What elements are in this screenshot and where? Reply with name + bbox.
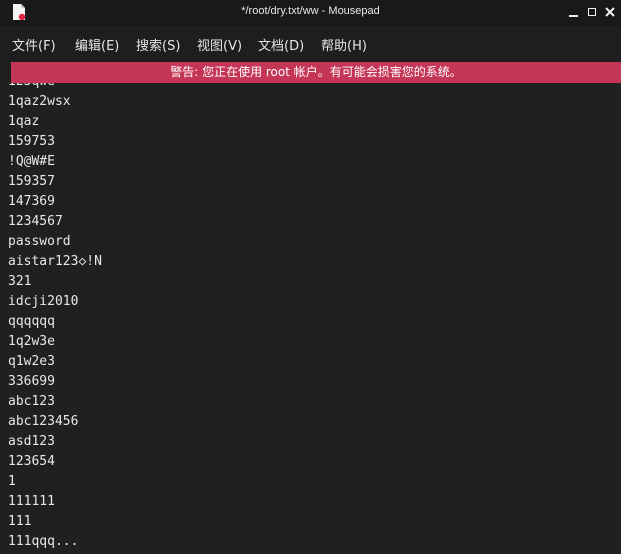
minimize-icon	[569, 15, 578, 17]
editor-line[interactable]: 321	[8, 272, 102, 292]
maximize-button[interactable]	[583, 2, 601, 22]
editor-line[interactable]: 1q2w3e	[8, 332, 102, 352]
editor-line[interactable]: 1qaz2wsx	[8, 92, 102, 112]
editor-line[interactable]: 147369	[8, 192, 102, 212]
editor-line[interactable]: 123qwe	[8, 83, 102, 92]
minimize-button[interactable]	[565, 2, 583, 22]
menu-search[interactable]: 搜索(S)	[136, 35, 180, 54]
editor-line[interactable]: 159357	[8, 172, 102, 192]
editor-line[interactable]: aistar123◇!N	[8, 252, 102, 272]
close-button[interactable]	[601, 2, 619, 22]
text-editor-area[interactable]: 123qwe 1qaz2wsx 1qaz 159753 !Q@W#E 15935…	[0, 83, 621, 554]
editor-line[interactable]: asd123	[8, 432, 102, 452]
editor-line[interactable]: !Q@W#E	[8, 152, 102, 172]
menu-view[interactable]: 视图(V)	[197, 35, 242, 54]
menu-edit[interactable]: 编辑(E)	[75, 35, 119, 54]
window-title: */root/dry.txt/ww - Mousepad	[241, 5, 380, 17]
editor-line[interactable]: 123654	[8, 452, 102, 472]
editor-line[interactable]: 111qqq...	[8, 532, 102, 552]
editor-line[interactable]: idcji2010	[8, 292, 102, 312]
close-icon	[605, 7, 615, 17]
root-warning-banner: 警告: 您正在使用 root 帐户。有可能会损害您的系统。	[11, 62, 621, 83]
editor-line[interactable]: 1qaz	[8, 112, 102, 132]
editor-line[interactable]: password	[8, 232, 102, 252]
editor-line[interactable]: 1234567	[8, 212, 102, 232]
editor-line[interactable]: qqqqqq	[8, 312, 102, 332]
editor-line[interactable]: abc123	[8, 392, 102, 412]
editor-line[interactable]: 111111	[8, 492, 102, 512]
mousepad-window: */root/dry.txt/ww - Mousepad 文件(F) 编辑(E)…	[0, 0, 621, 554]
maximize-icon	[588, 8, 596, 16]
editor-line[interactable]: 111	[8, 512, 102, 532]
menu-bar: 文件(F) 编辑(E) 搜索(S) 视图(V) 文档(D) 帮助(H)	[0, 26, 621, 62]
editor-line[interactable]: 1	[8, 472, 102, 492]
editor-line[interactable]: 159753	[8, 132, 102, 152]
editor-line[interactable]: q1w2e3	[8, 352, 102, 372]
title-bar[interactable]: */root/dry.txt/ww - Mousepad	[0, 0, 621, 26]
editor-lines: 123qwe 1qaz2wsx 1qaz 159753 !Q@W#E 15935…	[8, 83, 102, 552]
menu-file[interactable]: 文件(F)	[12, 35, 56, 54]
editor-line[interactable]: 336699	[8, 372, 102, 392]
editor-line[interactable]: abc123456	[8, 412, 102, 432]
menu-document[interactable]: 文档(D)	[258, 35, 304, 54]
menu-help[interactable]: 帮助(H)	[321, 35, 367, 54]
